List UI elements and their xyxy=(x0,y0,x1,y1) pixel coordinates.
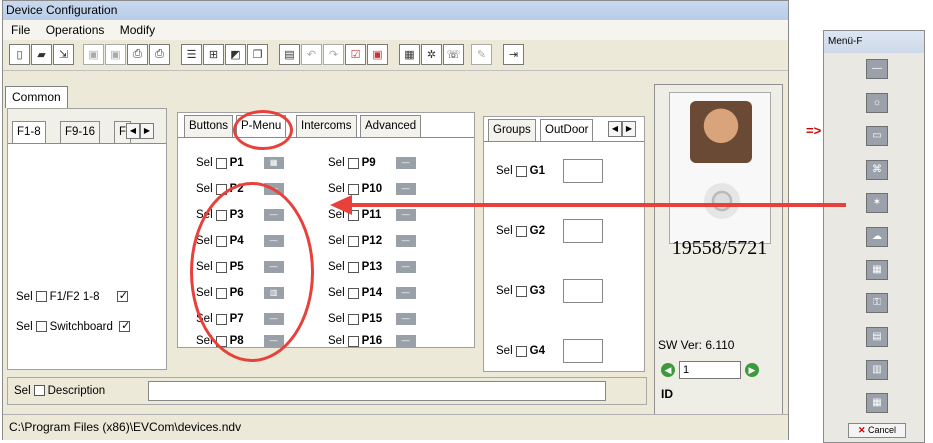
annotation-arrow xyxy=(330,195,846,215)
